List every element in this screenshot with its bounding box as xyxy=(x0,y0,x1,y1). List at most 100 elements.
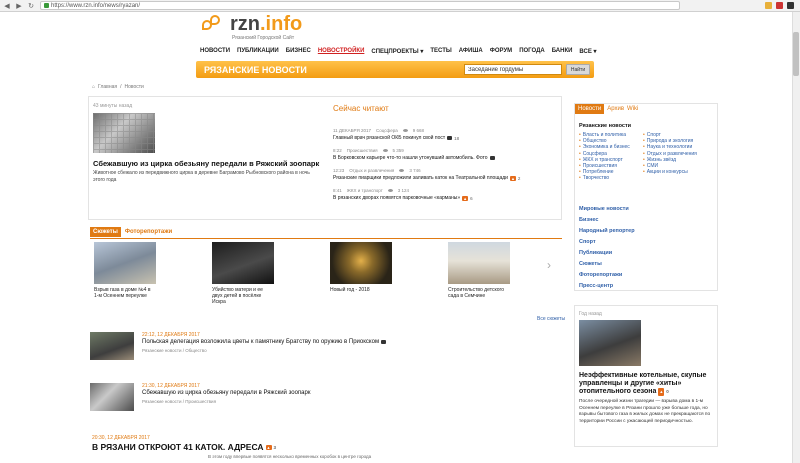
reading-headline[interactable]: Рязанские пиарщики предложили заливать к… xyxy=(333,175,508,181)
menu-item-business[interactable]: БИЗНЕС xyxy=(286,48,311,55)
search-button[interactable]: Найти xyxy=(566,64,590,75)
extensions-area xyxy=(765,2,794,9)
menu-item-forum[interactable]: ФОРУМ xyxy=(490,48,512,55)
reading-time: 12:23 xyxy=(333,168,345,173)
extension-icon[interactable] xyxy=(776,2,783,9)
all-stories-link[interactable]: Все сюжеты xyxy=(537,316,565,322)
featured-image[interactable] xyxy=(93,113,155,153)
year-ago-label: Год назад xyxy=(579,311,602,317)
menu-icon[interactable] xyxy=(787,2,794,9)
section-title: РЯЗАНСКИЕ НОВОСТИ xyxy=(204,65,307,75)
story-image xyxy=(448,242,510,284)
sidebar-heading[interactable]: Рязанские новости xyxy=(579,123,631,129)
year-ago-image[interactable] xyxy=(579,320,641,366)
featured-time: 43 минуты назад xyxy=(93,103,133,109)
main-menu: НОВОСТИ ПУБЛИКАЦИИ БИЗНЕС НОВОСТРОЙКИ СП… xyxy=(200,48,597,55)
rubric-link[interactable]: Акции и конкурсы xyxy=(643,169,697,175)
scrollbar-thumb[interactable] xyxy=(793,32,799,76)
menu-item-publications[interactable]: ПУБЛИКАЦИИ xyxy=(237,48,279,55)
home-icon[interactable]: ⌂ xyxy=(92,84,95,90)
menu-item-all[interactable]: ВСЕ ▾ xyxy=(579,48,596,55)
reading-category[interactable]: ЖКХ и транспорт xyxy=(347,188,383,193)
views-icon xyxy=(382,149,388,152)
news-headline[interactable]: В РЯЗАНИ ОТКРОЮТ 41 КАТОК. АДРЕСА ▲ 3 xyxy=(92,442,276,452)
page-scrollbar[interactable] xyxy=(792,12,800,463)
news-category[interactable]: Рязанские новости / Происшествия xyxy=(142,399,216,404)
breadcrumb-separator: / xyxy=(120,84,122,90)
chevron-right-icon[interactable]: › xyxy=(547,258,551,272)
section-link[interactable]: Публикации xyxy=(579,248,635,259)
news-thumbnail[interactable] xyxy=(90,383,134,411)
reading-item[interactable]: 12:23 Отдых и развлечения 3 746 Рязанские … xyxy=(333,168,561,181)
menu-item-new-buildings[interactable]: НОВОСТРОЙКИ xyxy=(318,48,365,55)
reading-views: 3 746 xyxy=(409,168,421,173)
extension-icon[interactable] xyxy=(765,2,772,9)
sidebar-rubrics: Новости Архив Wiki Рязанские новости Вла… xyxy=(574,103,718,291)
logo-name: rzn xyxy=(230,13,260,35)
menu-item-tests[interactable]: ТЕСТЫ xyxy=(430,48,451,55)
menu-item-news[interactable]: НОВОСТИ xyxy=(200,48,230,55)
breadcrumb-current: Новости xyxy=(124,84,144,90)
tab-news[interactable]: Новости xyxy=(575,104,605,114)
story-card[interactable]: Взрыв газа в доме №4 в 1-м Осеннем переу… xyxy=(94,242,156,299)
reading-category[interactable]: Происшествия xyxy=(347,148,378,153)
year-ago-title[interactable]: Неэффективные котельные, скупые управлен… xyxy=(579,372,715,396)
sidebar-tabs: Новости Архив Wiki xyxy=(575,104,638,114)
section-link[interactable]: Фоторепортажи xyxy=(579,270,635,281)
tab-photo-reports[interactable]: Фоторепортажи xyxy=(125,229,172,235)
year-ago-headline[interactable]: Неэффективные котельные, скупые управлен… xyxy=(579,372,706,395)
section-link[interactable]: Спорт xyxy=(579,237,635,248)
address-url: https://www.rzn.info/news/ryazan/ xyxy=(51,2,141,9)
comment-count: 0 xyxy=(666,389,669,394)
rubric-link[interactable]: Экономика и бизнес xyxy=(579,144,630,150)
reading-headline[interactable]: В рязанских дворах появятся парковочные … xyxy=(333,195,460,201)
menu-item-afisha[interactable]: АФИША xyxy=(459,48,483,55)
reading-views: 3 124 xyxy=(397,188,410,193)
flame-icon: ▲ xyxy=(509,175,516,181)
reading-category[interactable]: Отдых и развлечения xyxy=(349,168,394,173)
rubric-link[interactable]: Отдых и развлечения xyxy=(643,151,697,157)
menu-item-special-projects[interactable]: СПЕЦПРОЕКТЫ ▾ xyxy=(371,48,423,55)
reading-item[interactable]: 11 ДЕКАБРЯ 2017 Соцсфера 9 668 Главный вра… xyxy=(333,128,561,141)
tab-wiki[interactable]: Wiki xyxy=(627,106,638,112)
story-card[interactable]: Строительство детского сада в Семчине xyxy=(448,242,510,299)
address-bar[interactable]: https://www.rzn.info/news/ryazan/ xyxy=(40,1,680,10)
reading-item[interactable]: 8:22 Происшествия 5 359 В Борковском карье… xyxy=(333,148,561,161)
rubric-link[interactable]: Наука и технологии xyxy=(643,144,697,150)
menu-item-banks[interactable]: БАНКИ xyxy=(552,48,573,55)
reading-item[interactable]: 8:41 ЖКХ и транспорт 3 124 В рязанских дво… xyxy=(333,188,561,201)
site-logo[interactable]: rzn.info xyxy=(200,14,302,34)
featured-panel: 43 минуты назад Сбежавшую из цирка обезь… xyxy=(88,96,562,220)
news-title[interactable]: Сбежавшую из цирка обезьяну передали в Р… xyxy=(142,390,310,396)
forward-icon[interactable]: ▶ xyxy=(14,1,24,11)
flame-icon: ▲ xyxy=(265,444,272,450)
tab-archive[interactable]: Архив xyxy=(607,106,624,112)
story-caption: Взрыв газа в доме №4 в 1-м Осеннем переу… xyxy=(94,287,151,299)
camera-icon xyxy=(489,156,495,160)
reading-category[interactable]: Соцсфера xyxy=(376,128,398,133)
rubric-link[interactable]: Творчество xyxy=(579,175,630,181)
news-title[interactable]: В РЯЗАНИ ОТКРОЮТ 41 КАТОК. АДРЕСА xyxy=(92,442,264,452)
breadcrumb-home[interactable]: Главная xyxy=(98,84,117,90)
story-card[interactable]: Убийство матери и ее двух детей в посёлк… xyxy=(212,242,274,305)
news-thumbnail[interactable] xyxy=(90,332,134,360)
news-date: 21:30, 12 ДЕКАБРЯ 2017 xyxy=(142,383,200,389)
section-link[interactable]: Бизнес xyxy=(579,215,635,226)
back-icon[interactable]: ◀ xyxy=(2,1,12,11)
reading-headline[interactable]: В Борковском карьере что-то нашли утонув… xyxy=(333,155,488,161)
featured-description: Животное сбежало из передвижного цирка в… xyxy=(93,170,310,183)
stories-tabs: Сюжеты Фоторепортажи xyxy=(90,227,172,237)
news-category[interactable]: Рязанские новости / Общество xyxy=(142,348,207,353)
section-link[interactable]: Пресс-центр xyxy=(579,281,635,292)
section-link[interactable]: Мировые новости xyxy=(579,204,635,215)
featured-title[interactable]: Сбежавшую из цирка обезьяну передали в Р… xyxy=(93,159,333,168)
reload-icon[interactable]: ↻ xyxy=(26,1,36,11)
search-input[interactable] xyxy=(464,64,562,75)
menu-item-weather[interactable]: ПОГОДА xyxy=(519,48,545,55)
reading-headline[interactable]: Главный врач рязанской ОКБ покинул свой … xyxy=(333,135,445,141)
section-link[interactable]: Народный репортер xyxy=(579,226,635,237)
story-card[interactable]: Новый год - 2018 xyxy=(330,242,392,293)
news-title[interactable]: Польская делегация возложила цветы к пам… xyxy=(142,339,379,345)
section-link[interactable]: Сюжеты xyxy=(579,259,635,270)
tab-stories[interactable]: Сюжеты xyxy=(90,227,121,237)
